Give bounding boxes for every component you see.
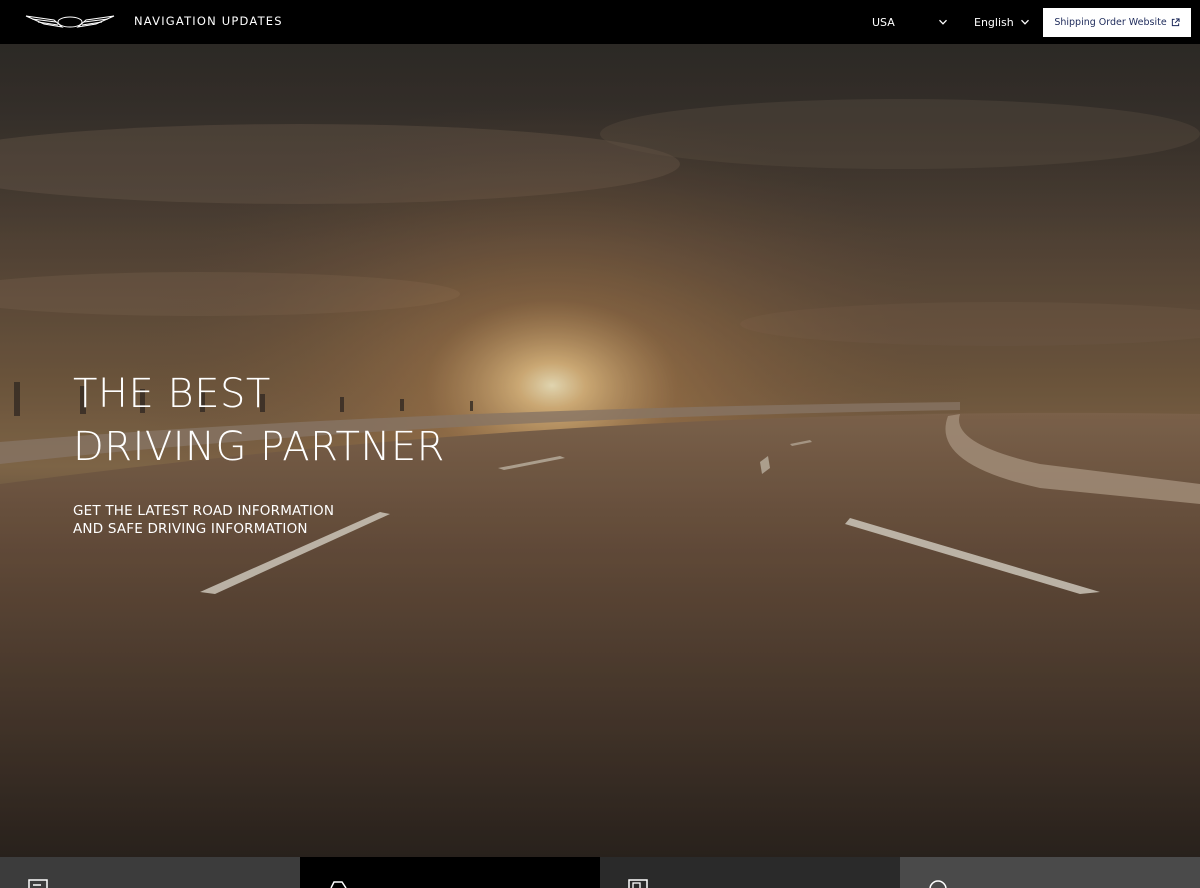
hero-text-block: THE BEST DRIVING PARTNER GET THE LATEST … [73,368,445,538]
hero-title: THE BEST DRIVING PARTNER [73,368,445,474]
car-icon [330,881,347,888]
shipping-order-website-button[interactable]: Shipping Order Website [1043,8,1191,37]
language-value: English [974,15,1014,29]
country-select[interactable]: USA [868,8,952,36]
tile-document[interactable] [0,857,300,888]
site-title[interactable]: NAVIGATION UPDATES [134,14,283,28]
tile-search[interactable] [900,857,1200,888]
page: NAVIGATION UPDATES USA English Shipping … [0,0,1200,888]
hero-title-line1: THE BEST [73,371,271,417]
feature-tiles [0,857,1200,888]
tile-car[interactable] [300,857,600,888]
country-value: USA [872,15,895,29]
hero-title-line2: DRIVING PARTNER [73,424,445,470]
hero-subtitle-line2: AND SAFE DRIVING INFORMATION [73,521,308,537]
chevron-down-icon [939,19,947,25]
search-icon [929,880,947,888]
tile-map-book[interactable] [600,857,900,888]
language-select[interactable]: English [971,8,1033,36]
top-header: NAVIGATION UPDATES USA English Shipping … [0,0,1200,44]
chevron-down-icon [1021,19,1029,25]
hero-subtitle: GET THE LATEST ROAD INFORMATION AND SAFE… [73,502,445,538]
map-book-icon [628,879,648,888]
external-link-icon [1171,18,1180,27]
genesis-wings-logo-icon[interactable] [24,11,116,33]
hero-subtitle-line1: GET THE LATEST ROAD INFORMATION [73,503,335,519]
hero-section: THE BEST DRIVING PARTNER GET THE LATEST … [0,44,1200,857]
document-icon [28,879,48,888]
shipping-button-label: Shipping Order Website [1054,17,1167,28]
